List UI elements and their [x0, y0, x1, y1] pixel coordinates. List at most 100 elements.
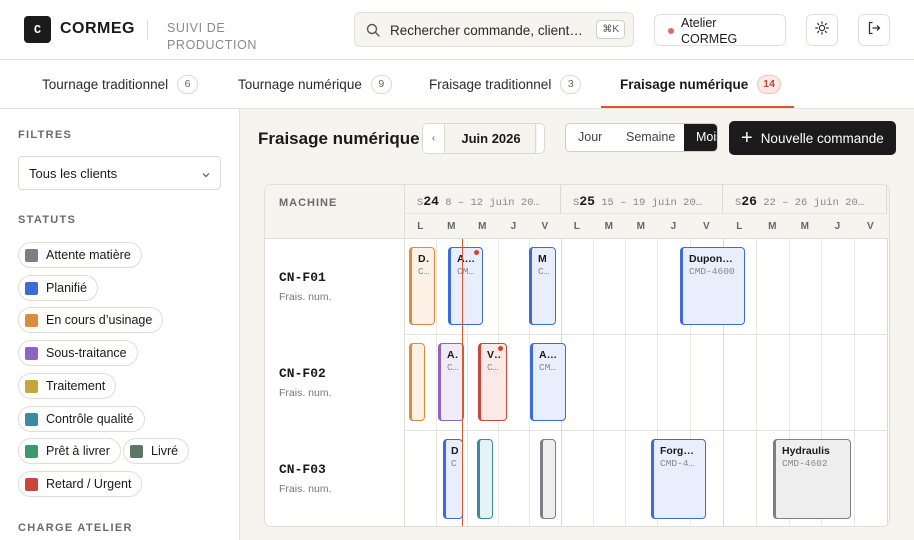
order-code: CMD-4602 — [782, 458, 828, 469]
week-number: 26 — [741, 194, 757, 209]
day-header: M — [478, 221, 487, 232]
status-chip-pret-a-livrer[interactable]: Prêt à livrer — [18, 438, 121, 464]
alert-dot — [474, 250, 479, 255]
order-client: A… — [539, 349, 558, 361]
status-label: Livré — [151, 444, 179, 458]
order-code: C — [451, 458, 457, 469]
order-bar[interactable]: A… CM… — [530, 343, 566, 421]
current-month-label: Juin 2026 — [445, 124, 537, 153]
status-chip-attente-matiere[interactable]: Attente matière — [18, 242, 142, 268]
theme-toggle-button[interactable] — [806, 14, 838, 46]
week-header-24: S24 8 – 12 juin 20… — [405, 185, 561, 214]
prev-month-button[interactable]: ‹ — [423, 124, 445, 153]
order-bar[interactable]: A… CM… — [448, 247, 483, 325]
order-client: D… — [418, 253, 430, 265]
gantt-chart: MACHINE S24 8 – 12 juin 20… S25 15 – 19 … — [264, 184, 890, 527]
day-header: L — [736, 221, 743, 232]
status-swatch — [25, 412, 38, 426]
order-bar[interactable]: Hydraulis CMD-4602 — [773, 439, 851, 519]
workshop-selector[interactable]: Atelier CORMEG — [654, 14, 786, 46]
tab-label: Tournage traditionnel — [42, 77, 169, 92]
week-header-25: S25 15 – 19 juin 20… — [561, 185, 723, 214]
week-range: 22 – 26 juin 20… — [763, 197, 865, 209]
filters-sidebar: FILTRES Tous les clients STATUTS Attente… — [0, 109, 240, 540]
day-header: L — [573, 221, 581, 232]
order-bar[interactable]: M C… — [529, 247, 556, 325]
machine-type: Frais. num. — [279, 483, 332, 495]
tab-tournage-numerique[interactable]: Tournage numérique 9 — [238, 60, 392, 109]
department-tabs: Tournage traditionnel 6 Tournage numériqu… — [0, 60, 914, 109]
today-marker — [462, 239, 463, 526]
status-label: Contrôle qualité — [46, 412, 134, 426]
status-chip-controle-qualite[interactable]: Contrôle qualité — [18, 406, 145, 432]
view-month-button[interactable]: Mois — [684, 124, 717, 151]
order-bar[interactable] — [409, 343, 425, 421]
status-label: En cours d’usinage — [46, 313, 153, 327]
machine-type: Frais. num. — [279, 387, 332, 399]
logout-button[interactable] — [858, 14, 890, 46]
status-chip-traitement[interactable]: Traitement — [18, 373, 117, 399]
order-bar[interactable] — [540, 439, 556, 519]
tab-label: Fraisage numérique — [620, 77, 749, 92]
status-chip-livre[interactable]: Livré — [123, 438, 190, 464]
tab-count: 9 — [370, 75, 392, 94]
day-header: J — [510, 221, 517, 232]
next-month-button[interactable] — [535, 124, 544, 153]
order-bar[interactable]: A…C… — [438, 343, 464, 421]
day-header: V — [541, 221, 549, 232]
week-range: 8 – 12 juin 20… — [445, 197, 540, 209]
new-order-button[interactable]: + Nouvelle commande — [729, 121, 896, 155]
filters-title: FILTRES — [18, 129, 73, 141]
day-header: V — [703, 221, 710, 232]
plus-icon: + — [741, 127, 753, 149]
order-code: CMD-4… — [660, 458, 695, 469]
tab-tournage-traditionnel[interactable]: Tournage traditionnel 6 — [42, 60, 199, 109]
machine-code: CN-F03 — [279, 462, 326, 477]
client-select-value: Tous les clients — [29, 166, 118, 181]
status-chip-en-cours[interactable]: En cours d’usinage — [18, 307, 164, 333]
status-chip-planifie[interactable]: Planifié — [18, 275, 98, 301]
machine-label: CN-F01 Frais. num. — [265, 239, 405, 335]
order-bar[interactable] — [477, 439, 493, 519]
search-input[interactable]: Rechercher commande, client… ⌘K — [354, 12, 634, 47]
load-title: CHARGE ATELIER — [18, 522, 133, 534]
week-number: 24 — [423, 194, 439, 209]
view-switcher: Jour Semaine Mois — [565, 123, 718, 152]
day-header: M — [768, 221, 777, 232]
tab-count: 3 — [560, 75, 582, 94]
new-order-label: Nouvelle commande — [760, 130, 884, 146]
subtitle-line-2: PRODUCTION — [167, 38, 258, 52]
week-range: 15 – 19 juin 20… — [601, 197, 703, 209]
client-select[interactable]: Tous les clients — [18, 156, 221, 190]
status-chip-sous-traitance[interactable]: Sous-traitance — [18, 340, 138, 366]
order-client: A… — [447, 349, 459, 361]
order-code: CM… — [457, 266, 475, 277]
workshop-line-1: Atelier — [681, 16, 717, 30]
view-day-button[interactable]: Jour — [578, 124, 602, 151]
tab-label: Tournage numérique — [238, 77, 362, 92]
tab-fraisage-numerique[interactable]: Fraisage numérique 14 — [620, 60, 781, 109]
view-week-button[interactable]: Semaine — [626, 124, 675, 151]
order-bar[interactable]: V…C… — [478, 343, 507, 421]
day-header: M — [447, 221, 456, 232]
order-code: C… — [447, 362, 459, 373]
status-label: Traitement — [46, 379, 106, 393]
tab-fraisage-traditionnel[interactable]: Fraisage traditionnel 3 — [429, 60, 582, 109]
order-client: Dupon… — [689, 253, 733, 265]
status-chip-retard-urgent[interactable]: Retard / Urgent — [18, 471, 143, 497]
order-bar[interactable]: DC — [443, 439, 463, 519]
order-code: C… — [487, 362, 499, 373]
order-client: D — [451, 445, 458, 457]
workshop-status-dot — [668, 28, 674, 34]
order-bar[interactable]: D…C… — [409, 247, 435, 325]
machine-type: Frais. num. — [279, 291, 332, 303]
header-divider — [147, 20, 148, 40]
order-bar[interactable]: Dupon… CMD-4600 — [680, 247, 745, 325]
order-bar[interactable]: Forg… CMD-4… — [651, 439, 706, 519]
order-code: C… — [538, 266, 550, 277]
brand-name: CORMEG — [60, 20, 135, 37]
status-label: Retard / Urgent — [46, 477, 132, 491]
logout-icon — [867, 21, 881, 40]
status-label: Prêt à livrer — [46, 444, 110, 458]
order-client: M — [538, 253, 547, 265]
